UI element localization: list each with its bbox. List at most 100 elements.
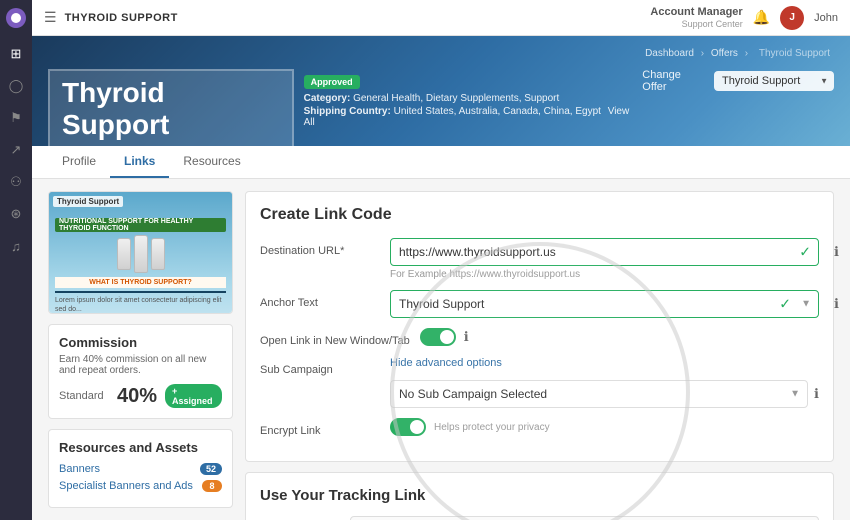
new-window-toggle[interactable] bbox=[420, 328, 456, 346]
specialist-banners-link[interactable]: Specialist Banners and Ads bbox=[59, 480, 193, 492]
tracking-title: Use Your Tracking Link bbox=[260, 487, 819, 504]
preview-green-bar: NUTRITIONAL SUPPORT FOR HEALTHY THYROID … bbox=[55, 218, 226, 232]
sub-campaign-select-wrapper-inner: No Sub Campaign Selected ▼ bbox=[390, 380, 808, 408]
content-area: Thyroid Support NUTRITIONAL SUPPORT FOR … bbox=[32, 179, 850, 520]
category-label: Category: bbox=[304, 93, 351, 104]
account-info: Account Manager Support Center bbox=[650, 6, 742, 30]
sidebar-icon-circle[interactable]: ◯ bbox=[2, 72, 30, 100]
sub-campaign-wrapper: Hide advanced options bbox=[390, 357, 819, 369]
advanced-options-link[interactable]: Hide advanced options bbox=[390, 357, 502, 369]
url-code-label: URL Code bbox=[260, 516, 340, 520]
destination-url-row: Destination URL* ✓ ℹ For Example https:/… bbox=[260, 238, 819, 280]
sub-campaign-select[interactable]: No Sub Campaign Selected bbox=[390, 380, 808, 408]
toggle-row: ℹ bbox=[420, 328, 819, 346]
resource-row-banners: Banners 52 bbox=[59, 463, 222, 475]
change-offer-select[interactable]: Thyroid Support bbox=[714, 71, 834, 91]
commission-row: Standard 40% + Assigned bbox=[59, 384, 222, 408]
category-line: Category: General Health, Dietary Supple… bbox=[304, 93, 643, 104]
anchor-text-select[interactable]: Thyroid Support bbox=[390, 290, 819, 318]
sidebar-icon-user[interactable]: ⊛ bbox=[2, 200, 30, 228]
banners-count: 52 bbox=[200, 463, 222, 475]
right-panel: Create Link Code Destination URL* ✓ ℹ Fo… bbox=[245, 191, 834, 508]
anchor-select-wrapper: Thyroid Support ▼ bbox=[390, 290, 819, 318]
page-title-block: Thyroid Support Approved Category: Gener… bbox=[48, 69, 642, 146]
tab-links[interactable]: Links bbox=[110, 146, 169, 178]
preview-green-text: NUTRITIONAL SUPPORT FOR HEALTHY THYROID … bbox=[59, 218, 222, 232]
banners-link[interactable]: Banners bbox=[59, 463, 100, 475]
bottle-1 bbox=[117, 238, 131, 270]
create-link-card: Create Link Code Destination URL* ✓ ℹ Fo… bbox=[245, 191, 834, 462]
resources-title: Resources and Assets bbox=[59, 440, 222, 455]
anchor-text-row: Anchor Text Thyroid Support ▼ ✓ ℹ bbox=[260, 290, 819, 318]
breadcrumb-sep1: › bbox=[701, 48, 704, 59]
sub-campaign-select-wrapper: No Sub Campaign Selected ▼ ℹ bbox=[390, 380, 819, 408]
destination-url-hint: For Example https://www.thyroidsupport.u… bbox=[390, 269, 819, 280]
url-check-icon: ✓ bbox=[799, 244, 811, 261]
encrypt-toggle-row: Helps protect your privacy bbox=[390, 418, 819, 436]
commission-title: Commission bbox=[59, 335, 222, 350]
page-header: Dashboard › Offers › Thyroid Support Thy… bbox=[32, 36, 850, 146]
resources-box: Resources and Assets Banners 52 Speciali… bbox=[48, 429, 233, 508]
sub-campaign-row: Sub Campaign Hide advanced options bbox=[260, 357, 819, 376]
tab-profile[interactable]: Profile bbox=[48, 146, 110, 178]
encrypt-link-row: Encrypt Link Helps protect your privacy bbox=[260, 418, 819, 437]
sub-campaign-field-row: No Sub Campaign Selected ▼ ℹ bbox=[390, 380, 819, 408]
app-logo[interactable] bbox=[6, 8, 26, 28]
account-name: Account Manager bbox=[650, 6, 742, 19]
breadcrumb-dashboard[interactable]: Dashboard bbox=[645, 48, 694, 59]
sub-campaign-select-row: No Sub Campaign Selected ▼ ℹ bbox=[260, 380, 819, 408]
encrypt-toggle-knob bbox=[410, 420, 424, 434]
toggle-info-icon[interactable]: ℹ bbox=[464, 329, 469, 345]
new-window-wrapper: ℹ bbox=[420, 328, 819, 346]
url-info-icon[interactable]: ℹ bbox=[834, 244, 839, 260]
bell-icon[interactable]: 🔔 bbox=[753, 9, 770, 26]
breadcrumb-offers[interactable]: Offers bbox=[711, 48, 738, 59]
sub-campaign-inner: Hide advanced options bbox=[390, 357, 819, 369]
destination-url-label: Destination URL* bbox=[260, 238, 380, 257]
sub-campaign-info-icon[interactable]: ℹ bbox=[814, 386, 819, 402]
encrypt-link-label: Encrypt Link bbox=[260, 418, 380, 437]
sidebar-icon-headset[interactable]: ♫ bbox=[2, 232, 30, 260]
preview-what-label: WHAT IS THYROID SUPPORT? bbox=[55, 277, 226, 288]
resource-row-specialist: Specialist Banners and Ads 8 bbox=[59, 480, 222, 492]
new-window-row: Open Link in New Window/Tab ℹ bbox=[260, 328, 819, 347]
commission-desc: Earn 40% commission on all new and repea… bbox=[59, 354, 222, 376]
tab-resources[interactable]: Resources bbox=[169, 146, 254, 178]
sub-campaign-select-label bbox=[260, 380, 380, 387]
page-header-content: Dashboard › Offers › Thyroid Support Thy… bbox=[32, 36, 850, 146]
create-link-title: Create Link Code bbox=[260, 206, 819, 224]
change-offer-label: Change Offer bbox=[642, 69, 708, 93]
destination-url-input[interactable] bbox=[390, 238, 819, 266]
product-preview: Thyroid Support NUTRITIONAL SUPPORT FOR … bbox=[48, 191, 233, 314]
avatar[interactable]: J bbox=[780, 6, 804, 30]
sidebar-icon-flag[interactable]: ⚑ bbox=[2, 104, 30, 132]
topbar-brand: THYROID SUPPORT bbox=[65, 12, 178, 24]
toggle-knob bbox=[440, 330, 454, 344]
user-name: John bbox=[814, 12, 838, 24]
sidebar-icon-home[interactable]: ⊞ bbox=[2, 40, 30, 68]
main-content: ☰ THYROID SUPPORT Account Manager Suppor… bbox=[32, 0, 850, 520]
url-code-input[interactable] bbox=[350, 516, 819, 520]
page-title: Thyroid Support bbox=[48, 69, 294, 146]
breadcrumb: Dashboard › Offers › Thyroid Support bbox=[645, 48, 834, 59]
category-value: General Health, Dietary Supplements, Sup… bbox=[353, 93, 559, 104]
sidebar: ⊞ ◯ ⚑ ↗ ⚇ ⊛ ♫ bbox=[0, 0, 32, 520]
shipping-value: United States, Australia, Canada, China,… bbox=[394, 106, 601, 117]
hamburger-icon[interactable]: ☰ bbox=[44, 9, 57, 26]
change-offer-block: Change Offer Thyroid Support bbox=[642, 69, 834, 93]
sidebar-icon-people[interactable]: ⚇ bbox=[2, 168, 30, 196]
anchor-text-wrapper: Thyroid Support ▼ ✓ ℹ bbox=[390, 290, 819, 318]
topbar-left: ☰ THYROID SUPPORT bbox=[44, 9, 178, 26]
nav-tabs: Profile Links Resources bbox=[32, 146, 850, 179]
commission-value: 40% bbox=[117, 385, 157, 408]
anchor-info-icon[interactable]: ℹ bbox=[834, 296, 839, 312]
url-code-wrapper: If you only require your affiliate URL, … bbox=[350, 516, 819, 520]
shipping-label: Shipping Country: bbox=[304, 106, 391, 117]
bottle-2 bbox=[134, 235, 148, 273]
specialist-count: 8 bbox=[202, 480, 222, 492]
anchor-check-icon: ✓ bbox=[779, 296, 791, 313]
page-title-meta: Approved Category: General Health, Dieta… bbox=[304, 69, 643, 130]
new-window-label: Open Link in New Window/Tab bbox=[260, 328, 410, 347]
encrypt-toggle[interactable] bbox=[390, 418, 426, 436]
sidebar-icon-chart[interactable]: ↗ bbox=[2, 136, 30, 164]
